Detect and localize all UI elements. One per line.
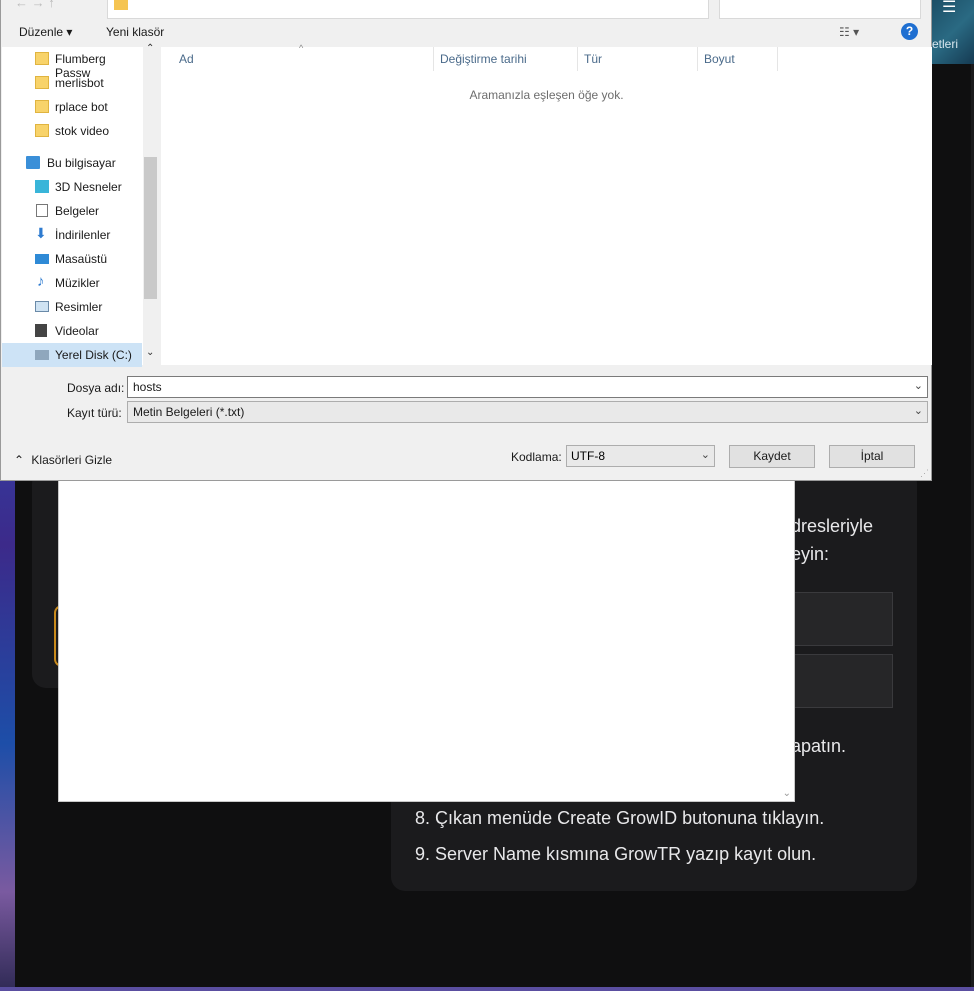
nav-item-merlisbot[interactable]: merlisbot bbox=[2, 71, 142, 95]
menu-icon[interactable]: ☰ bbox=[942, 0, 956, 16]
column-header-date[interactable]: Değiştirme tarihi bbox=[440, 52, 527, 66]
music-icon: ♪ bbox=[37, 273, 45, 290]
new-folder-button[interactable]: Yeni klasör bbox=[106, 25, 164, 39]
scroll-up-icon[interactable]: ⌃ bbox=[146, 43, 154, 54]
folder-icon bbox=[35, 100, 49, 113]
picture-icon bbox=[35, 301, 49, 312]
back-forward-icon[interactable]: ← → ↑ bbox=[15, 0, 55, 10]
notepad-text-area[interactable]: ⌄ bbox=[58, 470, 795, 802]
video-icon bbox=[35, 324, 47, 337]
nav-item-3d-objects[interactable]: 3D Nesneler bbox=[2, 175, 142, 199]
nav-item-documents[interactable]: Belgeler bbox=[2, 199, 142, 223]
chevron-up-icon: ⌃ bbox=[14, 453, 25, 467]
header-tab-label[interactable]: etleri bbox=[932, 37, 958, 51]
sort-caret-icon: ^ bbox=[299, 43, 304, 53]
folder-icon bbox=[114, 0, 128, 10]
hide-folders-toggle[interactable]: ⌃ Klasörleri Gizle bbox=[14, 453, 112, 467]
folder-icon bbox=[35, 52, 49, 65]
column-header-name[interactable]: Ad bbox=[179, 52, 194, 66]
scroll-down-icon[interactable]: ⌄ bbox=[783, 788, 791, 799]
help-icon[interactable]: ? bbox=[901, 23, 918, 40]
encoding-select[interactable]: UTF-8 ⌄ bbox=[566, 445, 715, 467]
filetype-label: Kayıt türü: bbox=[67, 406, 122, 420]
nav-item-rplace-bot[interactable]: rplace bot bbox=[2, 95, 142, 119]
column-divider[interactable] bbox=[433, 47, 434, 71]
column-divider[interactable] bbox=[577, 47, 578, 71]
column-divider[interactable] bbox=[697, 47, 698, 71]
encoding-label: Kodlama: bbox=[511, 450, 562, 464]
nav-item-videos[interactable]: Videolar bbox=[2, 319, 142, 343]
nav-item-stok-video[interactable]: stok video bbox=[2, 119, 142, 143]
filetype-select[interactable]: Metin Belgeleri (*.txt) ⌄ bbox=[127, 401, 928, 423]
computer-icon bbox=[26, 156, 40, 169]
save-as-dialog: ← → ↑ Düzenle ▾ Yeni klasör ☷ ▾ ? Flumbe… bbox=[0, 0, 932, 481]
drive-icon bbox=[35, 350, 49, 360]
nav-item-downloads[interactable]: ⬇ İndirilenler bbox=[2, 223, 142, 247]
organize-button[interactable]: Düzenle ▾ bbox=[19, 25, 72, 39]
column-divider[interactable] bbox=[777, 47, 778, 71]
hosts-entry-box bbox=[791, 592, 893, 646]
search-input[interactable] bbox=[719, 0, 921, 19]
scrollbar-thumb[interactable] bbox=[144, 157, 157, 299]
folder-icon bbox=[35, 76, 49, 89]
view-options-icon[interactable]: ☷ ▾ bbox=[839, 25, 859, 39]
chevron-down-icon[interactable]: ⌄ bbox=[701, 448, 710, 461]
empty-results-message: Aramanızla eşleşen öğe yok. bbox=[469, 88, 624, 102]
nav-scrollbar[interactable]: ⌃ ⌄ bbox=[143, 43, 158, 365]
hosts-entry-box bbox=[791, 654, 893, 708]
column-header-size[interactable]: Boyut bbox=[704, 52, 735, 66]
folder-icon bbox=[35, 124, 49, 137]
instruction-step-8: 8. Çıkan menüde Create GrowID butonuna t… bbox=[415, 808, 825, 828]
column-header-type[interactable]: Tür bbox=[584, 52, 602, 66]
filename-input[interactable]: hosts ⌄ bbox=[127, 376, 928, 398]
nav-item-this-pc[interactable]: Bu bilgisayar bbox=[2, 151, 142, 175]
save-button[interactable]: Kaydet bbox=[729, 445, 815, 468]
filename-label: Dosya adı: bbox=[67, 381, 125, 395]
instruction-text: dresleriyle bbox=[791, 516, 874, 536]
instruction-text: eyin: bbox=[791, 544, 830, 564]
file-list-pane: ^ Ad Değiştirme tarihi Tür Boyut Aramanı… bbox=[161, 43, 932, 365]
desktop-icon bbox=[35, 254, 49, 264]
nav-item-flumberg[interactable]: Flumberg Passw bbox=[2, 47, 142, 80]
nav-item-desktop[interactable]: Masaüstü bbox=[2, 247, 142, 271]
cube-icon bbox=[35, 180, 49, 193]
chevron-down-icon[interactable]: ⌄ bbox=[914, 404, 923, 417]
nav-item-pictures[interactable]: Resimler bbox=[2, 295, 142, 319]
address-bar[interactable] bbox=[107, 0, 709, 19]
instruction-step-9: 9. Server Name kısmına GrowTR yazıp kayı… bbox=[415, 844, 817, 864]
navigation-pane: Flumberg Passw merlisbot rplace bot stok… bbox=[2, 43, 158, 367]
resize-grip-icon[interactable]: ⋰ bbox=[920, 468, 929, 479]
taskbar-edge bbox=[0, 987, 974, 991]
download-icon: ⬇ bbox=[35, 225, 47, 241]
nav-item-music[interactable]: ♪ Müzikler bbox=[2, 271, 142, 295]
nav-item-local-disk[interactable]: Yerel Disk (C:) bbox=[2, 343, 142, 367]
scroll-down-icon[interactable]: ⌄ bbox=[146, 347, 154, 358]
instruction-text: apatın. bbox=[791, 736, 847, 756]
chevron-down-icon[interactable]: ⌄ bbox=[914, 379, 923, 392]
document-icon bbox=[36, 204, 48, 217]
cancel-button[interactable]: İptal bbox=[829, 445, 915, 468]
